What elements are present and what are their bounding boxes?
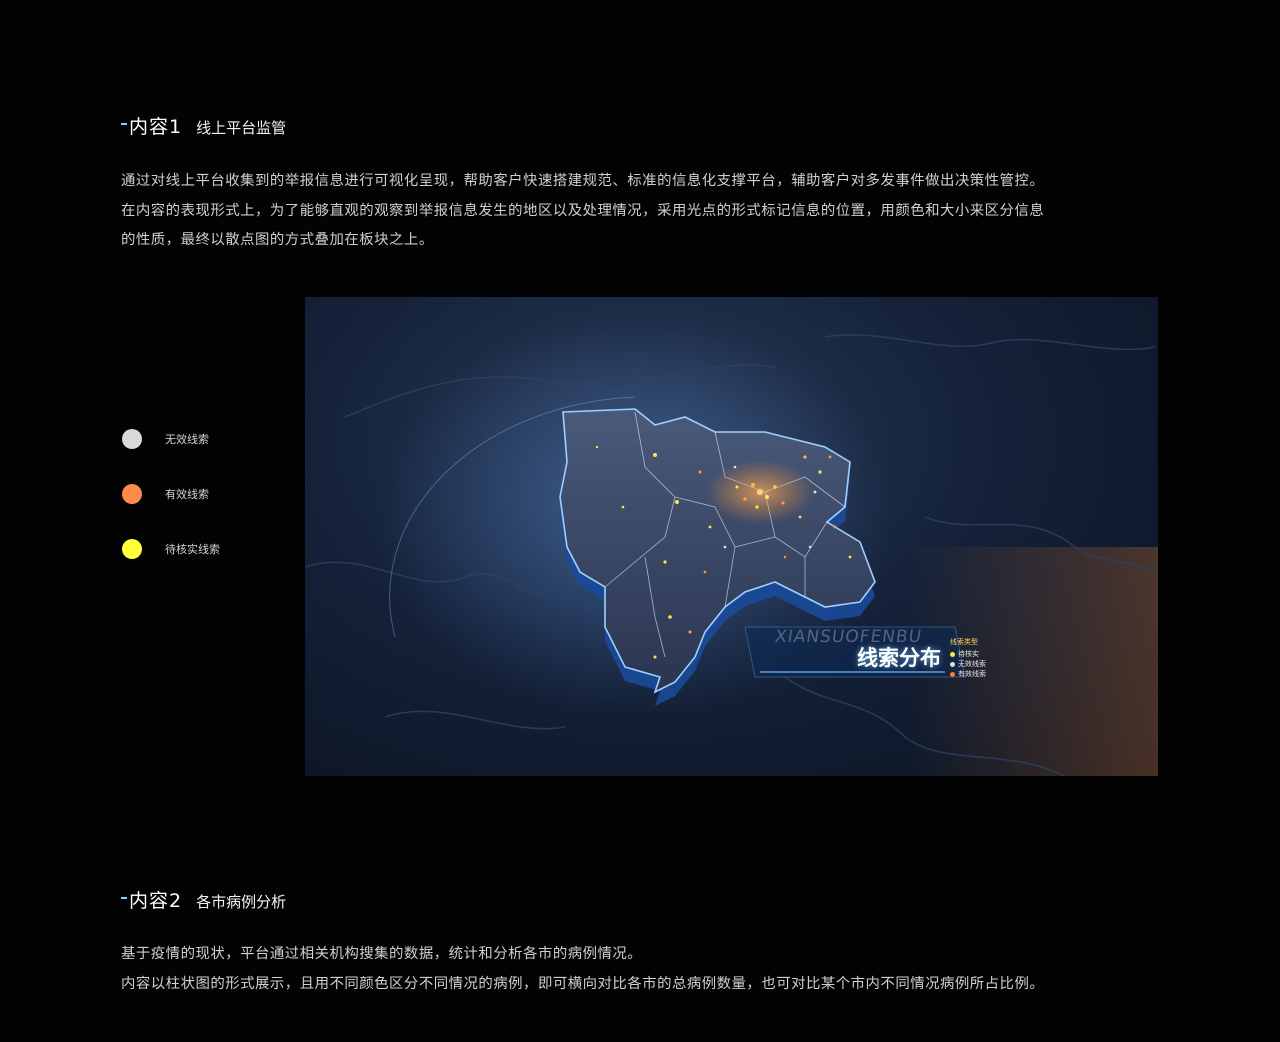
section-2-heading: 内容2 — [129, 890, 183, 912]
map-mini-legend: 线索类型 待核实 无效线索 有效线索 — [950, 637, 986, 679]
legend-dot — [950, 661, 955, 667]
legend: 无效线索 有效线索 待核实线索 — [122, 428, 220, 593]
legend-dot — [122, 539, 142, 559]
paragraph: 内容以柱状图的形式展示，且用不同颜色区分不同情况的病例，即可横向对比各市的总病例… — [121, 975, 1045, 992]
map-mini-legend-label: 待核实 — [958, 650, 979, 658]
map-mini-legend-item: 有效线索 — [950, 669, 986, 679]
section-2-subheading: 各市病例分析 — [196, 893, 287, 911]
paragraph: 通过对线上平台收集到的举报信息进行可视化呈现，帮助客户快速搭建规范、标准的信息化… — [121, 173, 1045, 189]
section-1-title: 内容1 线上平台监管 — [121, 112, 286, 139]
map-mini-legend-title: 线索类型 — [950, 638, 978, 646]
paragraph: 的性质，最终以散点图的方式叠加在板块之上。 — [121, 232, 434, 248]
legend-dot — [950, 671, 955, 677]
title-accent-dash — [121, 897, 127, 899]
map-caption-chinese: 线索分布 — [857, 646, 941, 670]
legend-dot — [950, 651, 955, 657]
legend-label: 无效线索 — [165, 433, 209, 446]
section-1-heading: 内容1 — [129, 116, 183, 138]
map-mini-legend-label: 无效线索 — [958, 660, 986, 668]
legend-item-valid: 有效线索 — [122, 483, 220, 505]
page: 内容1 线上平台监管 通过对线上平台收集到的举报信息进行可视化呈现，帮助客户快速… — [0, 0, 1280, 1042]
section-2-title: 内容2 各市病例分析 — [121, 886, 286, 913]
map-mini-legend-item: 无效线索 — [950, 659, 986, 669]
legend-dot — [122, 429, 142, 449]
legend-label: 有效线索 — [165, 488, 209, 501]
map-mini-legend-label: 有效线索 — [958, 670, 986, 678]
legend-label: 待核实线索 — [165, 543, 220, 556]
legend-item-pending: 待核实线索 — [122, 538, 220, 560]
legend-item-invalid: 无效线索 — [122, 428, 220, 450]
map-mini-legend-item: 待核实 — [950, 649, 986, 659]
paragraph: 在内容的表现形式上，为了能够直观的观察到举报信息发生的地区以及处理情况，采用光点… — [121, 202, 1045, 219]
title-accent-dash — [121, 123, 127, 125]
section-1-description: 通过对线上平台收集到的举报信息进行可视化呈现，帮助客户快速搭建规范、标准的信息化… — [121, 167, 1181, 256]
section-1-subheading: 线上平台监管 — [196, 119, 287, 137]
legend-dot — [122, 484, 142, 504]
paragraph: 基于疫情的现状，平台通过相关机构搜集的数据，统计和分析各市的病例情况。 — [121, 946, 643, 962]
map-visualization: XIANSUOFENBU 线索分布 线索类型 待核实 无效线索 有效线索 — [305, 297, 1158, 776]
map-graphic — [305, 317, 1158, 776]
section-2-description: 基于疫情的现状，平台通过相关机构搜集的数据，统计和分析各市的病例情况。 内容以柱… — [121, 940, 1181, 999]
